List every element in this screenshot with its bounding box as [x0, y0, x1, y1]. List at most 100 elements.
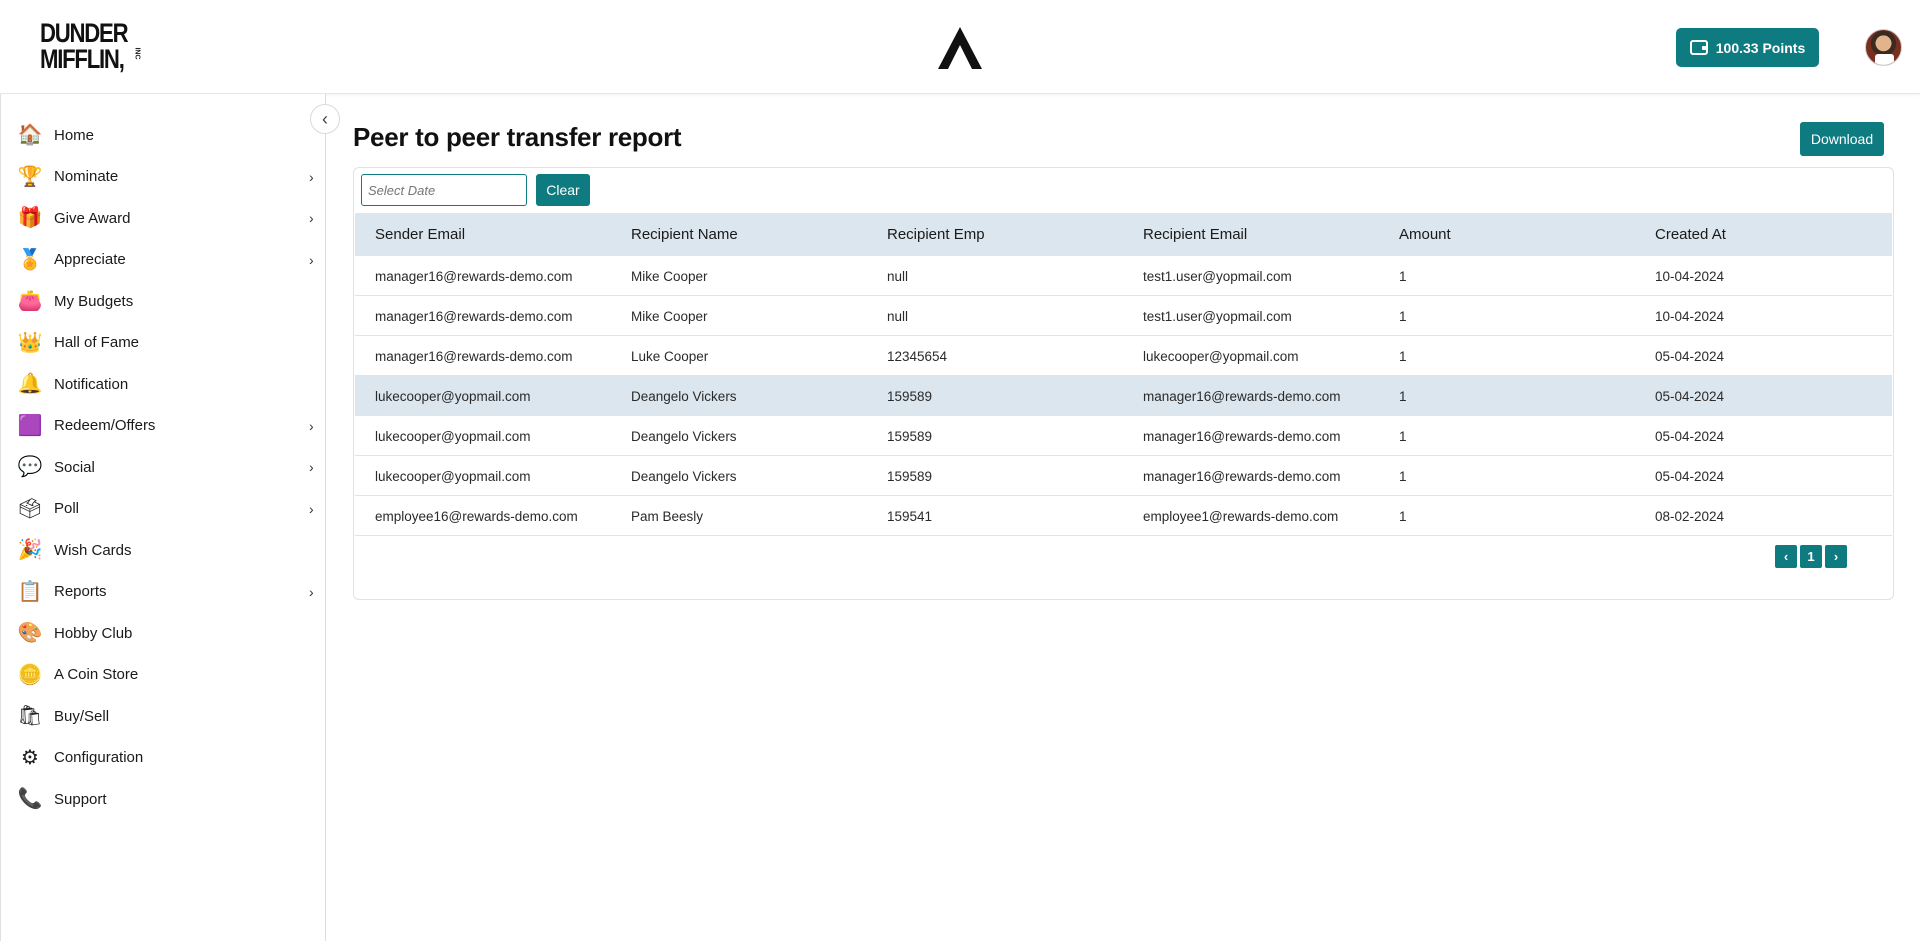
- table-cell: 1: [1399, 348, 1407, 364]
- select-date-input[interactable]: [361, 174, 527, 206]
- sidebar-item-my-budgets[interactable]: 👛 My Budgets: [1, 284, 327, 318]
- page-title: Peer to peer transfer report: [353, 122, 682, 152]
- sidebar-item-label: Hall of Fame: [54, 334, 140, 351]
- sidebar-item-reports[interactable]: 📋 Reports ›: [1, 575, 327, 609]
- table-cell: manager16@rewards-demo.com: [375, 348, 573, 364]
- clear-button[interactable]: Clear: [536, 174, 590, 206]
- sidebar-item-wish-cards[interactable]: 🎉 Wish Cards: [1, 533, 327, 567]
- table-cell: 1: [1399, 468, 1407, 484]
- table-row[interactable]: manager16@rewards-demo.com Mike Cooper nul…: [355, 256, 1892, 296]
- points-button[interactable]: 100.33 Points: [1676, 28, 1819, 67]
- sidebar-item-appreciate[interactable]: 🏅 Appreciate ›: [1, 243, 327, 277]
- app-a-logo-icon: [938, 27, 982, 69]
- table-row[interactable]: lukecooper@yopmail.com Deangelo Vickers 15…: [355, 416, 1892, 456]
- column-header-recipient-name[interactable]: Recipient Name: [631, 213, 738, 256]
- sidebar-item-label: Give Award: [54, 209, 131, 227]
- table-cell: 1: [1399, 308, 1407, 324]
- chevron-right-icon: ›: [309, 459, 314, 475]
- table-cell: 1: [1399, 508, 1407, 524]
- table-cell: 159589: [887, 428, 933, 444]
- dunder-mifflin-logo[interactable]: DUNDER MIFFLIN, INC: [40, 20, 141, 76]
- table-cell: 1: [1399, 428, 1407, 444]
- sidebar-item-label: Wish Cards: [54, 541, 132, 559]
- table-cell: lukecooper@yopmail.com: [375, 388, 531, 404]
- sidebar-item-give-award[interactable]: 🎁 Give Award ›: [1, 201, 327, 235]
- sidebar-item-social[interactable]: 💬 Social ›: [1, 450, 327, 484]
- sidebar-item-support[interactable]: 📞 Support: [1, 782, 327, 816]
- table-cell: manager16@rewards-demo.com: [1143, 388, 1341, 404]
- download-button[interactable]: Download: [1800, 122, 1884, 156]
- table-row[interactable]: employee16@rewards-demo.com Pam Beesly 159…: [355, 496, 1892, 536]
- table-row[interactable]: manager16@rewards-demo.com Luke Cooper 123…: [355, 336, 1892, 376]
- column-header-created-at[interactable]: Created At: [1655, 213, 1726, 256]
- sidebar: 🏠 Home 🏆 Nominate › 🎁 Give Award › 🏅 Appreciate › 👛…: [0, 94, 326, 941]
- table-cell: test1.user@yopmail.com: [1143, 268, 1292, 284]
- redeem-icon: 🟪: [17, 414, 43, 437]
- sidebar-item-redeem-offers[interactable]: 🟪 Redeem/Offers ›: [1, 409, 327, 443]
- table-cell: 05-04-2024: [1655, 468, 1725, 484]
- column-header-sender-email[interactable]: Sender Email: [375, 213, 465, 256]
- sidebar-item-hobby-club[interactable]: 🎨 Hobby Club: [1, 616, 327, 650]
- table-cell: Deangelo Vickers: [631, 468, 737, 484]
- bell-icon: 🔔: [17, 373, 43, 395]
- clipboard-icon: 📋: [17, 580, 43, 603]
- sidebar-item-label: Support: [54, 790, 107, 808]
- user-avatar[interactable]: [1865, 29, 1902, 66]
- chevron-right-icon: ›: [309, 168, 314, 185]
- chevron-right-icon: ›: [309, 417, 314, 434]
- party-popper-icon: 🎉: [17, 539, 43, 561]
- column-header-amount[interactable]: Amount: [1399, 213, 1451, 256]
- table-cell: Deangelo Vickers: [631, 428, 737, 444]
- table-row[interactable]: manager16@rewards-demo.com Mike Cooper nul…: [355, 296, 1892, 336]
- table-cell: employee16@rewards-demo.com: [375, 508, 578, 524]
- sidebar-item-configuration[interactable]: ⚙ Configuration: [1, 741, 327, 775]
- poll-icon: 🗳: [17, 497, 43, 520]
- table-cell: 159541: [887, 508, 933, 524]
- wallet-icon: 👛: [17, 290, 43, 312]
- sidebar-item-buy-sell[interactable]: 🛍 Buy/Sell: [1, 699, 327, 733]
- gift-icon: 🎁: [17, 207, 43, 229]
- table-cell: null: [887, 268, 909, 284]
- chevron-right-icon: ›: [309, 210, 314, 226]
- sidebar-item-a-coin-store[interactable]: 🪙 A Coin Store: [1, 658, 327, 692]
- sidebar-item-home[interactable]: 🏠 Home: [1, 118, 327, 152]
- table-cell: 05-04-2024: [1655, 388, 1725, 404]
- sidebar-item-nominate[interactable]: 🏆 Nominate ›: [1, 160, 327, 194]
- column-header-recipient-email[interactable]: Recipient Email: [1143, 213, 1247, 256]
- table-header: Sender Email Recipient Name Recipient Em…: [355, 213, 1892, 256]
- sidebar-item-poll[interactable]: 🗳 Poll ›: [1, 492, 327, 526]
- chevron-left-icon: ‹: [322, 109, 328, 129]
- sidebar-item-label: Hobby Club: [54, 624, 133, 642]
- next-page-button[interactable]: ›: [1825, 545, 1847, 568]
- medal-icon: 🏅: [17, 248, 43, 271]
- table-cell: 12345654: [887, 348, 948, 364]
- sidebar-item-label: My Budgets: [54, 292, 134, 310]
- page-number-button[interactable]: 1: [1800, 545, 1822, 568]
- sidebar-collapse-button[interactable]: ‹: [310, 104, 340, 134]
- social-icon: 💬: [17, 456, 43, 478]
- table-cell: 159589: [887, 468, 933, 484]
- sidebar-item-notification[interactable]: 🔔 Notification: [1, 367, 327, 401]
- table-cell: 10-04-2024: [1655, 308, 1725, 324]
- table-cell: Mike Cooper: [631, 308, 708, 324]
- sidebar-item-label: Appreciate: [54, 251, 126, 268]
- table-cell: 159589: [887, 388, 933, 404]
- sidebar-item-hall-of-fame[interactable]: 👑 Hall of Fame: [1, 326, 327, 360]
- table-row[interactable]: lukecooper@yopmail.com Deangelo Vickers 15…: [355, 456, 1892, 496]
- sidebar-item-label: A Coin Store: [54, 666, 139, 683]
- home-icon: 🏠: [17, 124, 43, 146]
- chevron-right-icon: ›: [309, 583, 314, 600]
- phone-icon: 📞: [17, 788, 43, 810]
- top-bar: DUNDER MIFFLIN, INC 100.33 Points: [0, 0, 1920, 94]
- table-cell: null: [887, 308, 909, 324]
- table-row[interactable]: lukecooper@yopmail.com Deangelo Vickers 15…: [355, 376, 1892, 416]
- wallet-icon: [1689, 40, 1708, 55]
- points-label: 100.33 Points: [1715, 39, 1806, 56]
- table-cell: 1: [1399, 268, 1407, 284]
- chevron-right-icon: ›: [309, 500, 314, 517]
- configuration-icon: ⚙: [21, 746, 39, 769]
- sidebar-item-label: Configuration: [54, 749, 144, 766]
- prev-page-button[interactable]: ‹: [1775, 545, 1797, 568]
- table-cell: 05-04-2024: [1655, 348, 1725, 364]
- column-header-recipient-emp[interactable]: Recipient Emp: [887, 213, 985, 256]
